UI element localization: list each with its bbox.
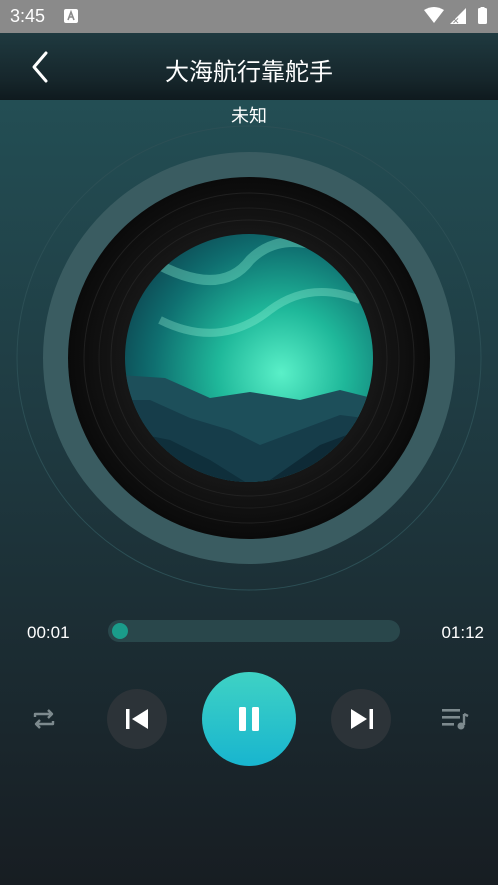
progress-thumb[interactable] — [111, 623, 128, 639]
next-button[interactable] — [331, 689, 391, 749]
album-disc — [16, 125, 482, 591]
battery-icon — [478, 8, 487, 24]
player-main: 未知 00:01 01:12 — [0, 100, 498, 885]
playlist-icon[interactable] — [440, 706, 470, 732]
wifi-icon — [424, 7, 444, 23]
pause-icon — [239, 707, 259, 731]
notification-icon — [64, 9, 78, 23]
current-time: 00:01 — [27, 623, 70, 642]
skip-previous-icon — [126, 709, 148, 729]
status-icons: ✕ — [424, 7, 487, 25]
previous-button[interactable] — [107, 689, 167, 749]
progress-slider[interactable] — [108, 620, 400, 642]
svg-text:✕: ✕ — [452, 17, 460, 25]
skip-next-icon — [351, 709, 373, 729]
total-time: 01:12 — [441, 623, 484, 642]
repeat-icon[interactable] — [30, 705, 58, 733]
app-bar: 大海航行靠舵手 — [0, 33, 498, 100]
status-bar: 3:45 ✕ — [0, 0, 498, 33]
play-pause-button[interactable] — [202, 672, 296, 766]
status-time: 3:45 — [10, 6, 46, 26]
page-title: 大海航行靠舵手 — [165, 58, 333, 86]
